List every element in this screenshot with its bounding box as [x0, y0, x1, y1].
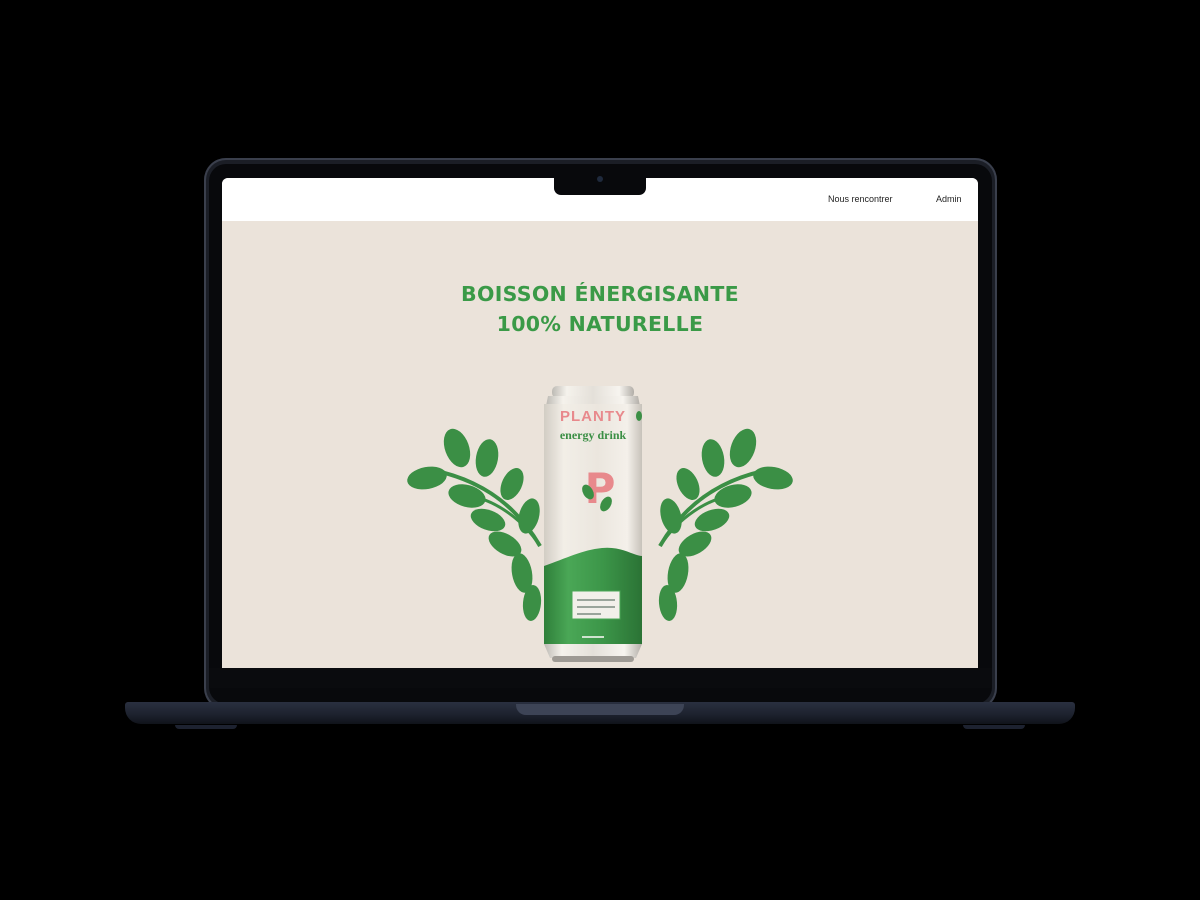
can-leaf-icon — [636, 411, 642, 421]
can-subtitle-text: energy drink — [560, 428, 627, 442]
website-viewport: Nous rencontrer Admin BOISSON ÉNERGISANT… — [222, 178, 978, 668]
screen-chin — [209, 668, 992, 688]
laptop-foot-left — [175, 725, 237, 729]
can-brand-text: PLANTY — [560, 408, 626, 425]
laptop-foot-right — [963, 725, 1025, 729]
energy-drink-can: PLANTY energy drink P — [544, 386, 642, 662]
laptop-mockup: Nous rencontrer Admin BOISSON ÉNERGISANT… — [0, 0, 1200, 900]
left-leaf-branch — [407, 428, 542, 621]
camera-icon — [597, 176, 603, 182]
hero-illustration: PLANTY energy drink P — [407, 386, 793, 662]
right-leaf-branch — [658, 428, 793, 621]
camera-notch — [554, 170, 646, 195]
trackpad-notch — [516, 704, 684, 715]
